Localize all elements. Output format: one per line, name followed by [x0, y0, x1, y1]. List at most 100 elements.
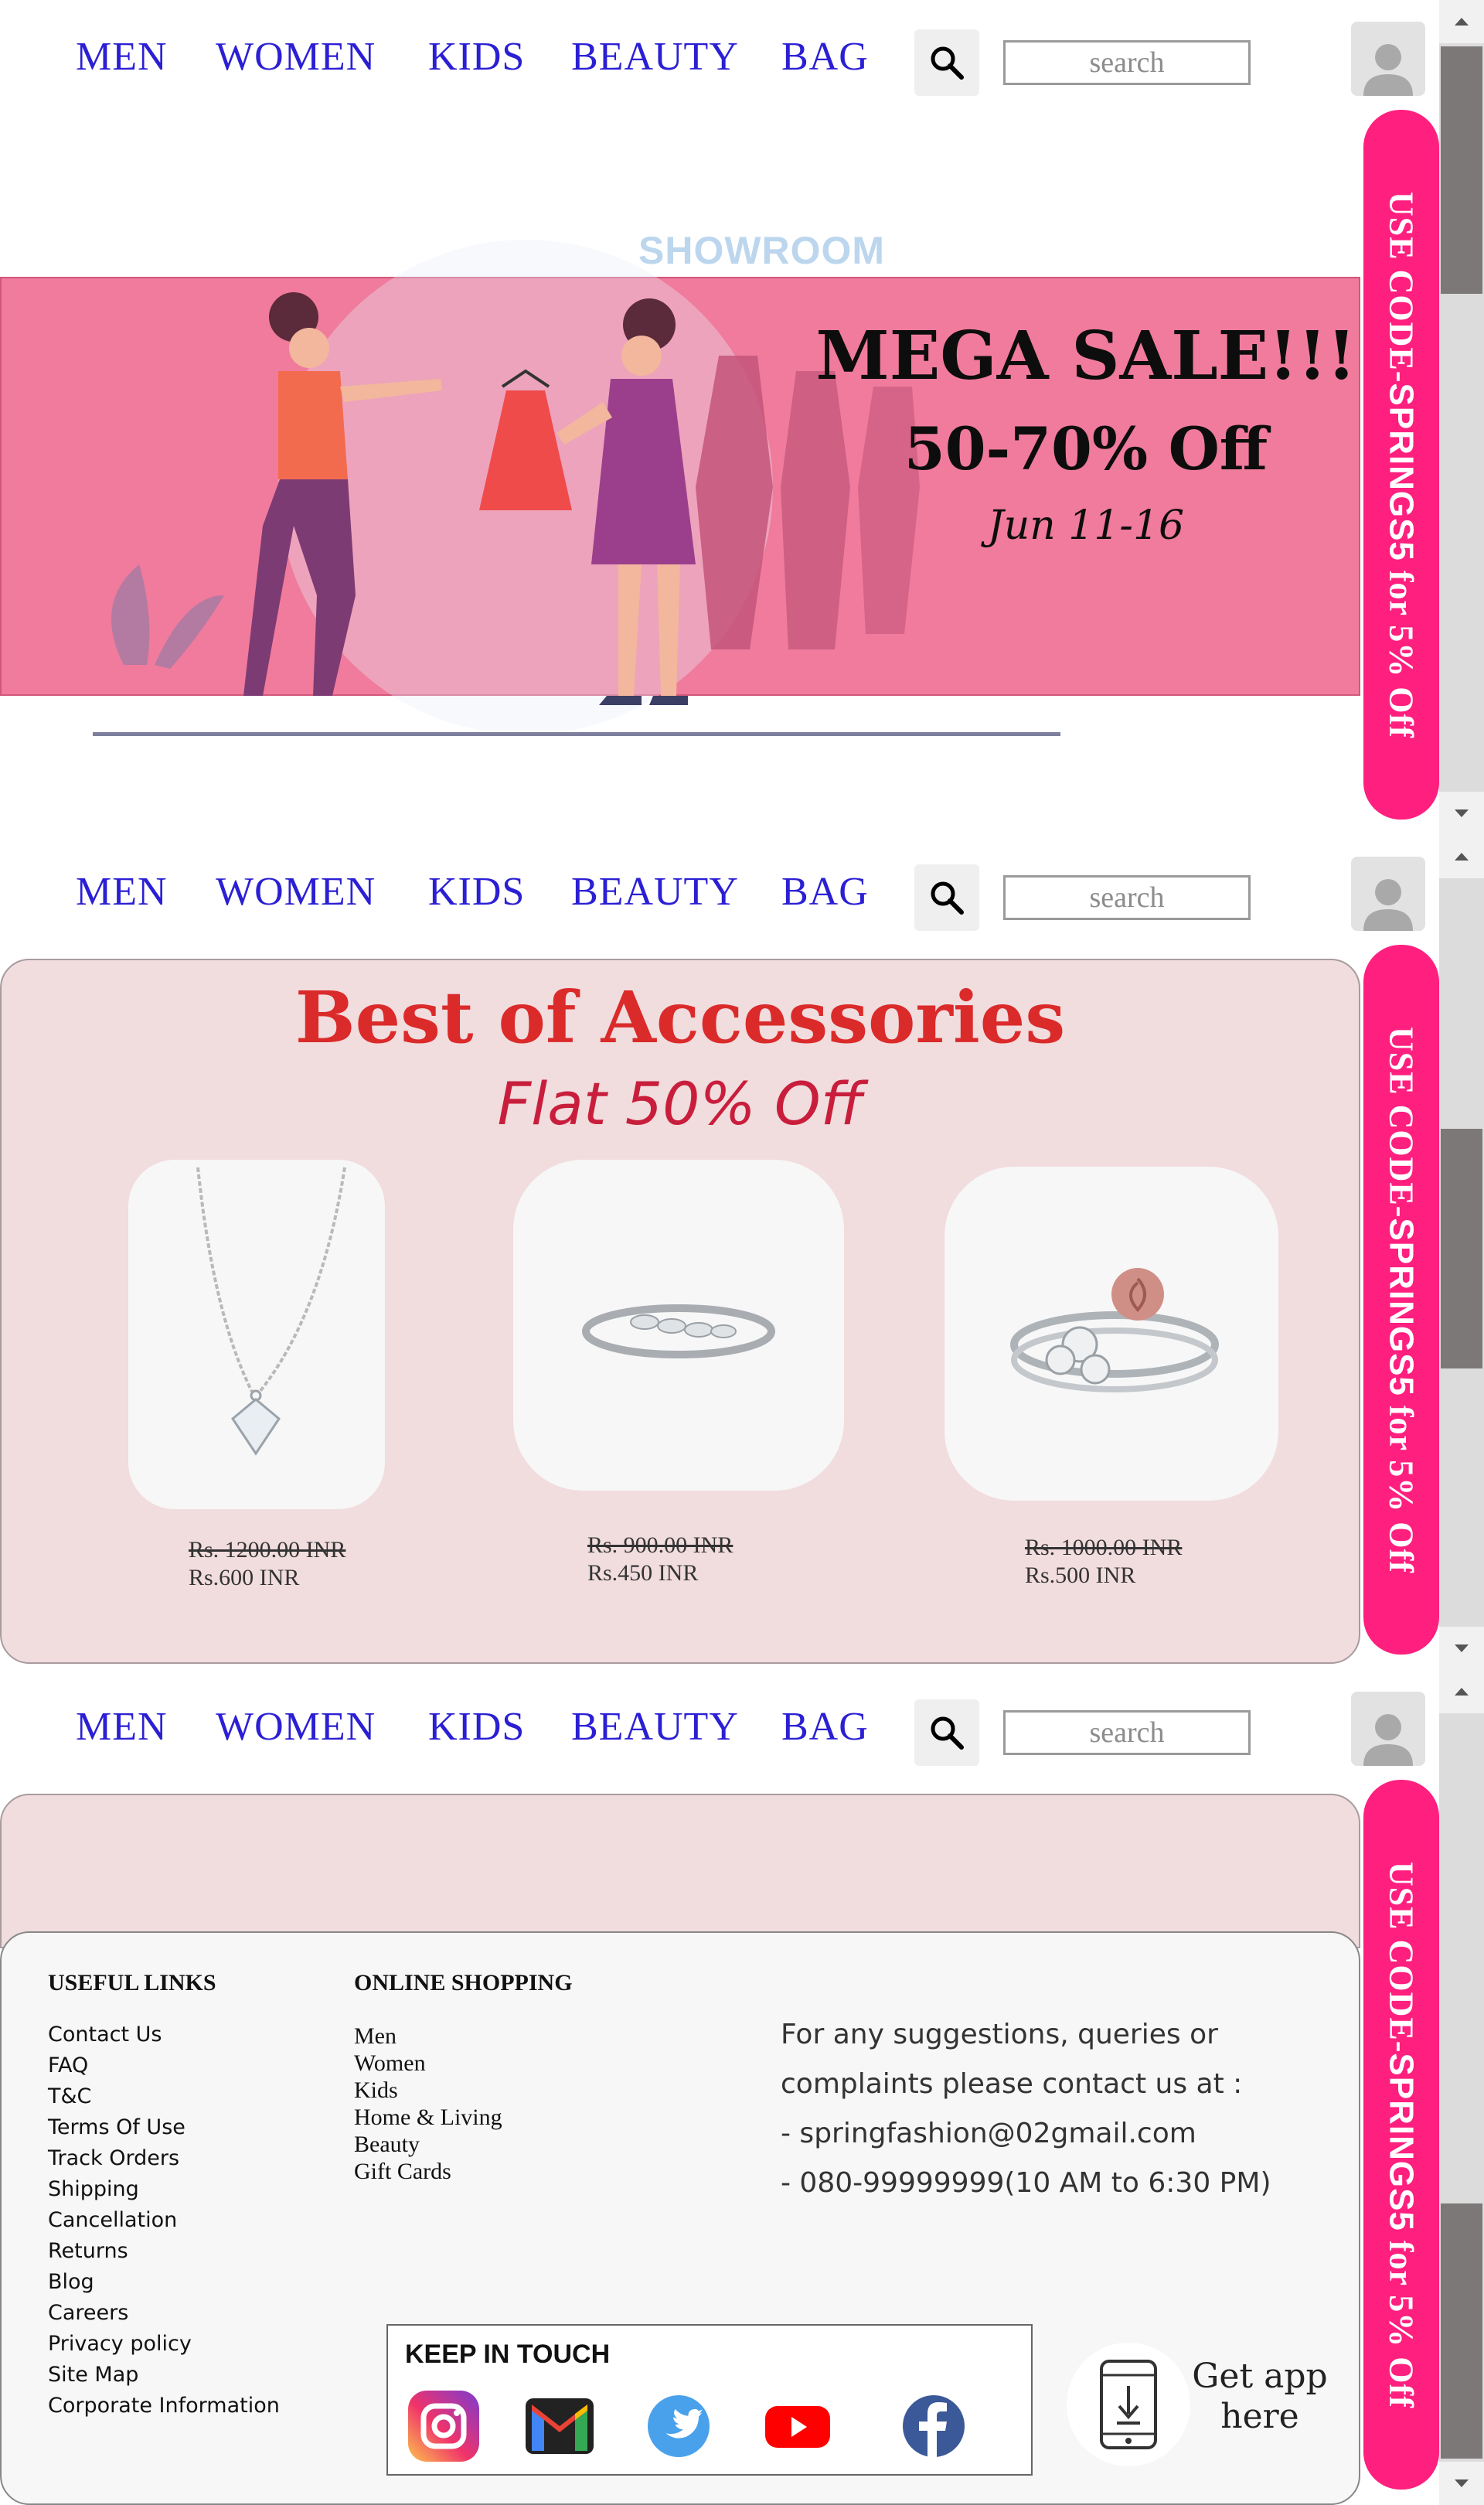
- footer-link[interactable]: Track Orders: [48, 2143, 280, 2174]
- search-button[interactable]: [914, 864, 979, 931]
- chevron-down-icon: [1455, 2479, 1469, 2487]
- product-old-price: Rs. 1200.00 INR: [189, 1537, 346, 1563]
- top-nav: MEN WOMEN KIDS BEAUTY BAG search: [0, 835, 1438, 959]
- nav-link-bag[interactable]: BAG: [781, 34, 869, 80]
- footer-link[interactable]: Site Map: [48, 2360, 280, 2391]
- twitter-icon[interactable]: [640, 2387, 717, 2465]
- leaf-ring-image: [582, 1304, 775, 1358]
- online-shopping-heading: ONLINE SHOPPING: [354, 1970, 573, 1995]
- footer-link[interactable]: Privacy policy: [48, 2329, 280, 2360]
- user-icon: [1363, 879, 1413, 931]
- nav-link-bag[interactable]: BAG: [781, 869, 869, 915]
- hero-illustration: [111, 240, 920, 734]
- nav-link-beauty[interactable]: BEAUTY: [571, 869, 739, 915]
- scrollbar[interactable]: [1439, 1670, 1484, 2505]
- product-card-rose-ring[interactable]: [945, 1167, 1278, 1501]
- app-download-button[interactable]: [1067, 2343, 1190, 2466]
- promo-code-text: USE CODE-SPRINGS5 for 5% Off: [1382, 1026, 1421, 1573]
- product-old-price: Rs. 1000.00 INR: [1025, 1535, 1183, 1560]
- top-nav: MEN WOMEN KIDS BEAUTY BAG search: [0, 1670, 1438, 1794]
- phone-download-icon: [1100, 2360, 1157, 2449]
- scroll-down-button[interactable]: [1439, 2462, 1484, 2505]
- footer-link[interactable]: Careers: [48, 2298, 280, 2329]
- scroll-up-button[interactable]: [1439, 0, 1484, 43]
- promo-code-tab[interactable]: USE CODE-SPRINGS5 for 5% Off: [1363, 110, 1439, 820]
- nav-link-men[interactable]: MEN: [76, 869, 168, 915]
- scrollbar[interactable]: [1439, 835, 1484, 1670]
- nav-link-kids[interactable]: KIDS: [428, 869, 525, 915]
- nav-link-kids[interactable]: KIDS: [428, 1704, 525, 1750]
- footer-link[interactable]: Cancellation: [48, 2205, 280, 2236]
- contact-email[interactable]: - springfashion@02gmail.com: [781, 2109, 1322, 2159]
- search-button[interactable]: [914, 29, 979, 96]
- product-card-necklace[interactable]: [128, 1160, 385, 1509]
- hero-floor-line: [93, 732, 1060, 736]
- sale-discount: 50-70% Off: [904, 414, 1268, 483]
- product-price: Rs.500 INR: [1025, 1563, 1136, 1588]
- sale-dates: Jun 11-16: [987, 503, 1185, 549]
- search-input[interactable]: search: [1003, 40, 1251, 85]
- footer-link[interactable]: Terms Of Use: [48, 2112, 280, 2143]
- accessories-title: Best of Accessories: [294, 976, 1066, 1059]
- promo-code-text: USE CODE-SPRINGS5 for 5% Off: [1382, 191, 1421, 738]
- scrollbar-thumb[interactable]: [1441, 1129, 1482, 1368]
- nav-link-beauty[interactable]: BEAUTY: [571, 1704, 739, 1750]
- keep-in-touch-heading: KEEP IN TOUCH: [405, 2340, 611, 2369]
- contact-info: For any suggestions, queries or complain…: [781, 2010, 1322, 2208]
- product-old-price: Rs. 900.00 INR: [587, 1532, 733, 1558]
- sale-headline: MEGA SALE!!!: [815, 317, 1356, 395]
- footer-link[interactable]: FAQ: [48, 2050, 280, 2081]
- get-app-label[interactable]: Get app here: [1183, 2357, 1337, 2437]
- chevron-down-icon: [1455, 1644, 1469, 1652]
- scroll-down-button[interactable]: [1439, 1627, 1484, 1670]
- scrollbar[interactable]: [1439, 0, 1484, 835]
- footer-link[interactable]: Shipping: [48, 2174, 280, 2205]
- chevron-down-icon: [1455, 809, 1469, 817]
- footer-link[interactable]: Returns: [48, 2236, 280, 2267]
- user-avatar[interactable]: [1351, 857, 1425, 931]
- facebook-icon[interactable]: [895, 2387, 972, 2465]
- scroll-down-button[interactable]: [1439, 792, 1484, 835]
- nav-link-beauty[interactable]: BEAUTY: [571, 34, 739, 80]
- promo-code-tab[interactable]: USE CODE-SPRINGS5 for 5% Off: [1363, 945, 1439, 1655]
- chevron-up-icon: [1455, 1688, 1469, 1696]
- footer-link[interactable]: Contact Us: [48, 2019, 280, 2050]
- footer-link[interactable]: Women: [354, 2050, 502, 2077]
- nav-link-men[interactable]: MEN: [76, 1704, 168, 1750]
- footer-link[interactable]: Corporate Information: [48, 2391, 280, 2422]
- contact-phone: - 080-99999999(10 AM to 6:30 PM): [781, 2167, 1271, 2199]
- nav-link-women[interactable]: WOMEN: [216, 1704, 376, 1750]
- user-icon: [1363, 1714, 1413, 1766]
- footer-link[interactable]: Home & Living: [354, 2104, 502, 2131]
- instagram-icon[interactable]: [405, 2387, 482, 2465]
- nav-link-men[interactable]: MEN: [76, 34, 168, 80]
- user-avatar[interactable]: [1351, 1692, 1425, 1766]
- keep-in-touch-box: KEEP IN TOUCH: [386, 2324, 1033, 2476]
- product-card-leaf-ring[interactable]: [513, 1160, 844, 1491]
- scroll-up-button[interactable]: [1439, 1670, 1484, 1713]
- footer-link[interactable]: Gift Cards: [354, 2158, 502, 2185]
- promo-code-tab[interactable]: USE CODE-SPRINGS5 for 5% Off: [1363, 1780, 1439, 2490]
- footer-link[interactable]: Beauty: [354, 2131, 502, 2158]
- youtube-icon[interactable]: [759, 2387, 836, 2465]
- scroll-up-button[interactable]: [1439, 835, 1484, 878]
- scrollbar-thumb[interactable]: [1441, 46, 1482, 294]
- user-avatar[interactable]: [1351, 22, 1425, 96]
- search-input[interactable]: search: [1003, 875, 1251, 920]
- contact-line: complaints please contact us at :: [781, 2068, 1243, 2100]
- footer-link[interactable]: T&C: [48, 2081, 280, 2112]
- scrollbar-thumb[interactable]: [1441, 2203, 1482, 2459]
- gmail-icon[interactable]: [521, 2387, 598, 2465]
- nav-link-kids[interactable]: KIDS: [428, 34, 525, 80]
- footer-link[interactable]: Blog: [48, 2267, 280, 2298]
- footer-link[interactable]: Men: [354, 2023, 502, 2050]
- nav-link-women[interactable]: WOMEN: [216, 34, 376, 80]
- nav-link-bag[interactable]: BAG: [781, 1704, 869, 1750]
- footer-link[interactable]: Kids: [354, 2077, 502, 2104]
- search-icon: [931, 1716, 964, 1750]
- get-app-line: here: [1220, 2397, 1299, 2436]
- search-input[interactable]: search: [1003, 1710, 1251, 1755]
- nav-link-women[interactable]: WOMEN: [216, 869, 376, 915]
- accessories-subtitle: Flat 50% Off: [497, 1069, 863, 1138]
- search-button[interactable]: [914, 1699, 979, 1766]
